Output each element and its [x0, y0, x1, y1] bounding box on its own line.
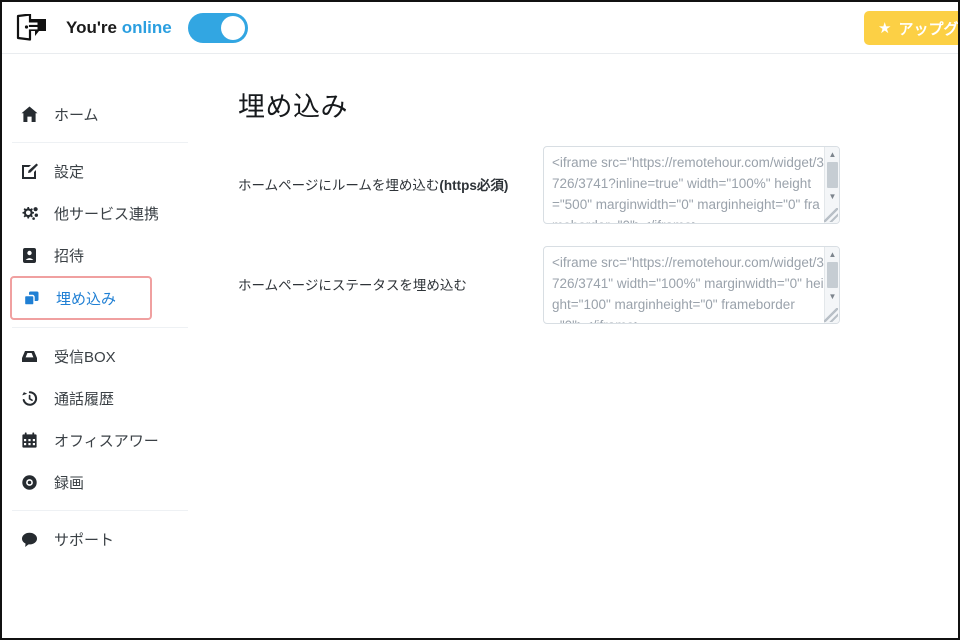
envelope-person-icon [20, 246, 46, 265]
gears-icon [20, 204, 46, 223]
sidebar-item-support[interactable]: サポート [2, 518, 210, 560]
main-content: 埋め込み ホームページにルームを埋め込む(https必須) <iframe sr… [210, 55, 958, 638]
calendar-icon [20, 431, 46, 450]
upgrade-button-label: アップグレ [898, 20, 959, 38]
star-icon: ★ [878, 19, 892, 37]
scroll-up-arrow-icon[interactable]: ▲ [825, 148, 839, 161]
scrollbar-thumb[interactable] [827, 262, 838, 288]
scrollbar-thumb[interactable] [827, 162, 838, 188]
copy-layers-icon [22, 289, 48, 308]
embed-status-code-text: <iframe src="https://remotehour.com/widg… [552, 255, 824, 323]
status-prefix: You're [66, 17, 122, 37]
textarea-resize-grip-icon[interactable] [824, 208, 838, 222]
sidebar-item-label: 他サービス連携 [54, 205, 160, 223]
sidebar-divider [12, 510, 188, 511]
embed-status-label: ホームページにステータスを埋め込む [238, 246, 543, 294]
sidebar-item-settings[interactable]: 設定 [2, 150, 210, 192]
sidebar: ホーム 設定 他サービス連携 招待 埋め込み 受信BOX 通話履歴 オフィスアワ… [2, 55, 210, 638]
embed-room-code-textarea[interactable]: <iframe src="https://remotehour.com/widg… [543, 146, 840, 224]
sidebar-item-label: ホーム [54, 106, 99, 124]
toggle-knob [220, 15, 245, 40]
scroll-down-arrow-icon[interactable]: ▼ [825, 290, 839, 303]
embed-room-label: ホームページにルームを埋め込む(https必須) [238, 146, 543, 194]
sidebar-item-label: サポート [54, 531, 115, 549]
sidebar-item-invite[interactable]: 招待 [2, 234, 210, 276]
sidebar-item-label: 通話履歴 [54, 390, 115, 408]
sidebar-item-office-hours[interactable]: オフィスアワー [2, 419, 210, 461]
sidebar-item-embed[interactable]: 埋め込み [10, 276, 152, 320]
sidebar-item-label: 埋め込み [56, 290, 117, 308]
sidebar-item-label: 受信BOX [54, 348, 116, 366]
sidebar-item-inbox[interactable]: 受信BOX [2, 335, 210, 377]
sidebar-item-integrations[interactable]: 他サービス連携 [2, 192, 210, 234]
history-clock-icon [20, 389, 46, 408]
chat-bubble-icon [20, 530, 46, 549]
embed-status-label-text: ホームページにステータスを埋め込む [238, 278, 467, 293]
top-header: You're online ★ アップグレ [2, 2, 958, 54]
pencil-square-icon [20, 162, 46, 181]
sidebar-divider [12, 327, 188, 328]
sidebar-item-label: 設定 [54, 163, 85, 181]
embed-status-code-textarea[interactable]: <iframe src="https://remotehour.com/widg… [543, 246, 840, 324]
embed-room-label-emphasis: (https必須) [439, 178, 509, 193]
app-window: You're online ★ アップグレ ホーム 設定 [0, 0, 960, 640]
sidebar-item-label: オフィスアワー [54, 432, 159, 450]
inbox-icon [20, 347, 46, 366]
online-status-label: You're online [66, 18, 172, 38]
sidebar-item-home[interactable]: ホーム [2, 93, 210, 135]
sidebar-item-recordings[interactable]: 録画 [2, 461, 210, 503]
embed-room-label-text: ホームページにルームを埋め込む [238, 178, 440, 193]
status-value: online [121, 17, 172, 37]
door-chat-logo-icon [12, 11, 52, 45]
sidebar-item-call-history[interactable]: 通話履歴 [2, 377, 210, 419]
embed-room-code-text: <iframe src="https://remotehour.com/widg… [552, 155, 824, 223]
sidebar-item-label: 録画 [54, 474, 85, 492]
sidebar-item-label: 招待 [54, 247, 85, 265]
textarea-resize-grip-icon[interactable] [824, 308, 838, 322]
upgrade-button[interactable]: ★ アップグレ [864, 11, 959, 45]
scroll-down-arrow-icon[interactable]: ▼ [825, 190, 839, 203]
record-circle-icon [20, 473, 46, 492]
scroll-up-arrow-icon[interactable]: ▲ [825, 248, 839, 261]
embed-room-row: ホームページにルームを埋め込む(https必須) <iframe src="ht… [210, 146, 958, 224]
page-title: 埋め込み [238, 92, 348, 122]
home-icon [20, 105, 46, 124]
online-toggle-switch[interactable] [187, 12, 248, 43]
sidebar-divider [12, 142, 188, 143]
embed-status-row: ホームページにステータスを埋め込む <iframe src="https://r… [210, 246, 958, 324]
